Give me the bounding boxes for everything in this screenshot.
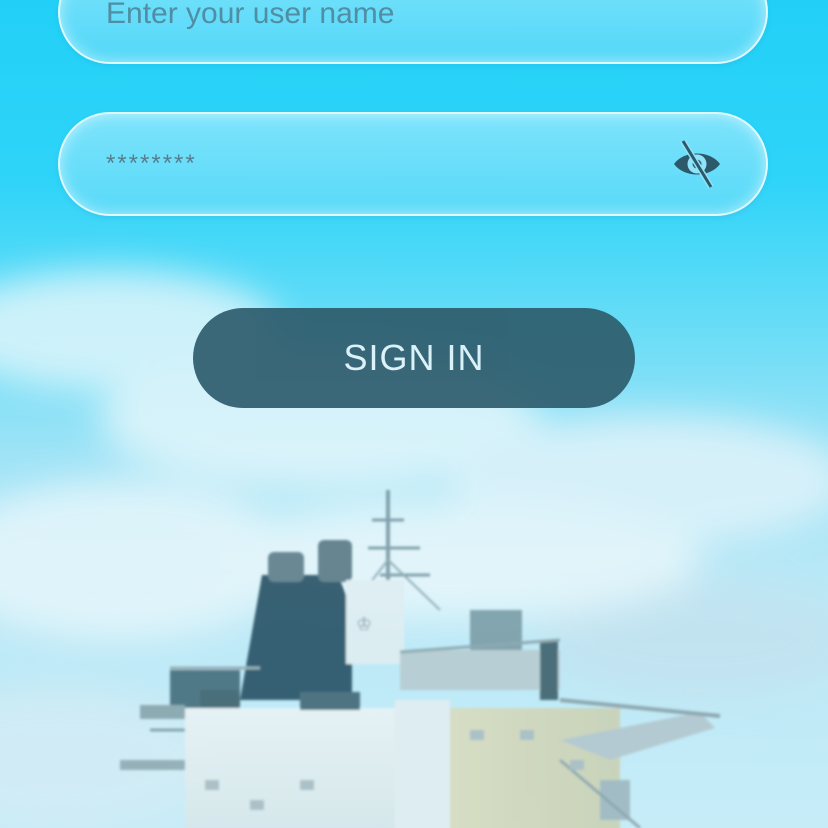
svg-text:♔: ♔ — [356, 614, 372, 635]
username-placeholder: Enter your user name — [106, 0, 395, 30]
sign-in-button[interactable]: SIGN IN — [193, 308, 635, 408]
eye-off-icon[interactable] — [668, 135, 726, 193]
username-field[interactable]: Enter your user name — [58, 0, 768, 64]
password-masked-value: ******** — [106, 150, 197, 177]
sign-in-label: SIGN IN — [343, 337, 485, 378]
password-field[interactable]: ******** — [58, 112, 768, 216]
